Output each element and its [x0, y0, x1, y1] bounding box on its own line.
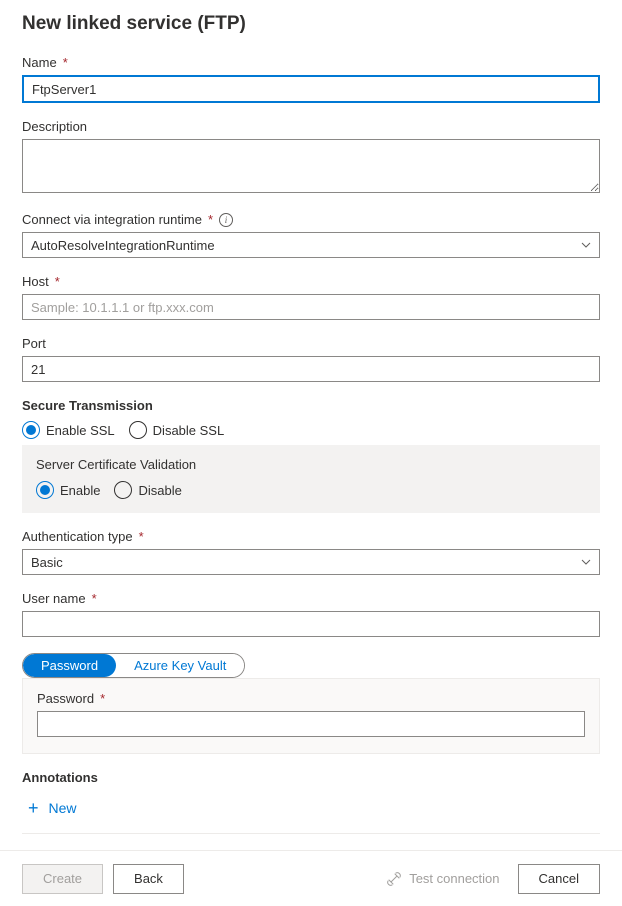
username-label: User name *: [22, 591, 600, 606]
password-input[interactable]: [37, 711, 585, 737]
test-connection-button: Test connection: [386, 871, 499, 887]
required-asterisk: *: [208, 212, 213, 227]
footer-bar: Create Back Test connection Cancel: [0, 850, 622, 906]
radio-icon: [22, 421, 40, 439]
field-secure-transmission: Secure Transmission Enable SSL Disable S…: [22, 398, 600, 513]
field-annotations: Annotations + New: [22, 770, 600, 823]
required-asterisk: *: [63, 55, 68, 70]
runtime-label-text: Connect via integration runtime: [22, 212, 202, 227]
port-label: Port: [22, 336, 600, 351]
divider: [22, 833, 600, 834]
password-panel: Password *: [22, 678, 600, 754]
required-asterisk: *: [139, 529, 144, 544]
form-panel: New linked service (FTP) Name * Descript…: [0, 0, 622, 840]
username-input[interactable]: [22, 611, 600, 637]
cert-validation-label: Server Certificate Validation: [36, 457, 586, 472]
annotations-label: Annotations: [22, 770, 600, 785]
auth-type-label: Authentication type *: [22, 529, 600, 544]
cert-enable-radio[interactable]: Enable: [36, 481, 100, 499]
description-textarea[interactable]: [22, 139, 600, 193]
back-button[interactable]: Back: [113, 864, 184, 894]
footer-left: Create Back: [22, 864, 184, 894]
cancel-button[interactable]: Cancel: [518, 864, 600, 894]
password-pill[interactable]: Password: [23, 654, 116, 677]
cert-enable-label: Enable: [60, 483, 100, 498]
host-label-text: Host: [22, 274, 49, 289]
password-label-text: Password: [37, 691, 94, 706]
panel-title: New linked service (FTP): [22, 13, 600, 35]
radio-icon: [114, 481, 132, 499]
description-label: Description: [22, 119, 600, 134]
port-input[interactable]: [22, 356, 600, 382]
name-input[interactable]: [22, 75, 600, 103]
password-label: Password *: [37, 691, 585, 706]
auth-type-label-text: Authentication type: [22, 529, 133, 544]
disable-ssl-radio[interactable]: Disable SSL: [129, 421, 225, 439]
field-username: User name *: [22, 591, 600, 637]
name-label: Name *: [22, 55, 600, 70]
runtime-select[interactable]: AutoResolveIntegrationRuntime: [22, 232, 600, 258]
enable-ssl-radio[interactable]: Enable SSL: [22, 421, 115, 439]
runtime-value: AutoResolveIntegrationRuntime: [31, 238, 215, 253]
add-annotation-button[interactable]: + New: [22, 793, 600, 823]
connection-icon: [386, 871, 402, 887]
field-auth-type: Authentication type * Basic: [22, 529, 600, 575]
info-icon[interactable]: i: [219, 213, 233, 227]
required-asterisk: *: [92, 591, 97, 606]
test-connection-label: Test connection: [409, 871, 499, 886]
create-button: Create: [22, 864, 103, 894]
credential-toggle-row: Password Azure Key Vault Password *: [22, 653, 600, 754]
footer-right: Test connection Cancel: [386, 864, 600, 894]
credential-pill-toggle: Password Azure Key Vault: [22, 653, 245, 678]
cert-disable-label: Disable: [138, 483, 181, 498]
plus-icon: +: [28, 799, 39, 817]
required-asterisk: *: [100, 691, 105, 706]
field-name: Name *: [22, 55, 600, 103]
radio-icon: [129, 421, 147, 439]
required-asterisk: *: [55, 274, 60, 289]
field-host: Host *: [22, 274, 600, 320]
runtime-label: Connect via integration runtime * i: [22, 212, 600, 227]
auth-type-value: Basic: [31, 555, 63, 570]
disable-ssl-label: Disable SSL: [153, 423, 225, 438]
host-input[interactable]: [22, 294, 600, 320]
secure-transmission-label: Secure Transmission: [22, 398, 600, 413]
cert-radio-group: Enable Disable: [36, 481, 586, 499]
cert-disable-radio[interactable]: Disable: [114, 481, 181, 499]
field-port: Port: [22, 336, 600, 382]
field-runtime: Connect via integration runtime * i Auto…: [22, 212, 600, 258]
ssl-radio-group: Enable SSL Disable SSL: [22, 421, 600, 439]
enable-ssl-label: Enable SSL: [46, 423, 115, 438]
radio-icon: [36, 481, 54, 499]
akv-pill[interactable]: Azure Key Vault: [116, 654, 244, 677]
new-button-label: New: [49, 800, 77, 816]
username-label-text: User name: [22, 591, 86, 606]
auth-type-select[interactable]: Basic: [22, 549, 600, 575]
host-label: Host *: [22, 274, 600, 289]
cert-validation-panel: Server Certificate Validation Enable Dis…: [22, 445, 600, 513]
name-label-text: Name: [22, 55, 57, 70]
field-description: Description: [22, 119, 600, 196]
